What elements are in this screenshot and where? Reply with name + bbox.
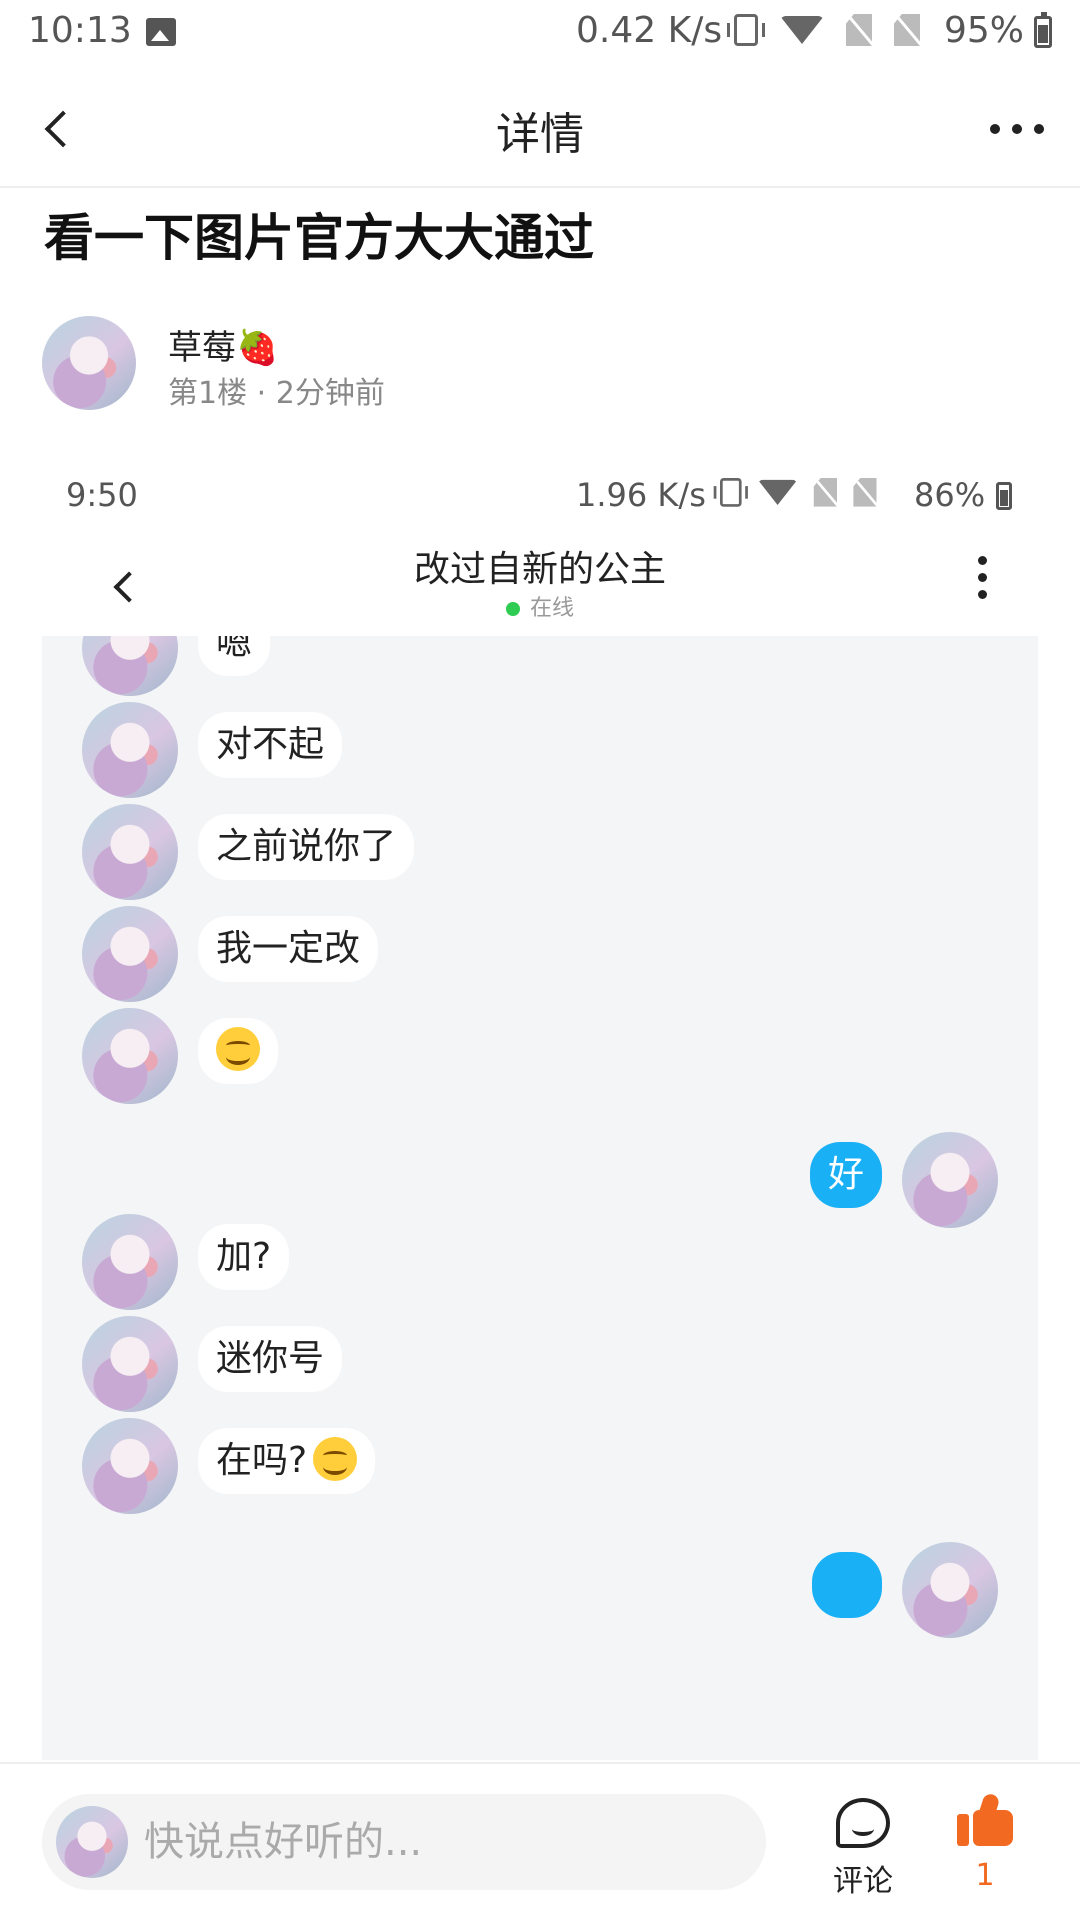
message-text: 我一定改 [216,928,361,969]
contact-avatar [82,1418,178,1514]
chat-message: 加? [42,1214,1038,1314]
message-bubble: 在吗? [198,1428,376,1494]
chat-message-own-partial [42,1542,1038,1642]
online-dot-icon [505,602,520,616]
no-sim-icon [894,14,920,46]
comment-label: 评论 [833,1864,893,1899]
message-bubble [812,1552,882,1618]
screenshot-net-speed: 1.96 K/s [576,476,706,514]
status-icons [727,14,920,46]
battery-charging-icon [996,482,1012,510]
chat-message: 嗯 [42,636,1038,700]
more-options-button[interactable] [990,124,1044,134]
post-time: 2分钟前 [275,376,385,411]
message-text: 迷你号 [216,1338,325,1379]
floor-number: 第1楼 [168,376,248,411]
chat-more-icon [978,556,987,599]
chat-message: 迷你号 [42,1316,1038,1416]
status-time: 10:13 [28,10,132,51]
message-bubble: 好 [809,1142,882,1208]
status-net-speed: 0.42 K/s [576,10,723,51]
no-sim-icon [853,478,877,507]
more-dot-icon [978,573,987,582]
chat-message: 在吗? [42,1418,1038,1518]
no-sim-icon [846,14,872,46]
contact-avatar [82,702,178,798]
vibrate-icon [727,14,765,46]
message-bubble [198,1018,278,1084]
like-count: 1 [975,1858,995,1893]
app-header: 详情 [0,66,1080,188]
more-dot-icon [990,124,1000,134]
more-dot-icon [978,556,987,565]
smiley-icon [313,1437,358,1481]
author-name[interactable]: 草莓🍓 [168,320,278,369]
avatar[interactable] [42,316,136,410]
message-text: 好 [827,1154,864,1195]
comment-button[interactable]: 评论 [818,1798,908,1908]
message-bubble: 之前说你了 [198,814,415,880]
message-text: 对不起 [216,724,325,765]
screenshot-time: 9:50 [66,476,138,514]
thumbs-up-icon [957,1792,1013,1848]
message-text: 加? [216,1236,272,1277]
own-avatar [902,1542,998,1638]
vibrate-icon [713,478,748,507]
battery-charging-icon [1034,12,1052,48]
contact-avatar [82,1316,178,1412]
wifi-icon [757,479,798,505]
chat-header: 改过自新的公主 在线 [42,540,1038,636]
message-bubble: 迷你号 [198,1326,343,1392]
screenshot-battery-percent: 86% [914,476,986,514]
contact-avatar [82,804,178,900]
wifi-icon [780,16,824,44]
contact-avatar [82,1008,178,1104]
status-battery-percent: 95% [944,10,1025,51]
chat-message: 对不起 [42,702,1038,802]
like-button[interactable]: 1 [950,1792,1020,1904]
presence-status: 在线 [42,590,1038,622]
post-meta: 第1楼 · 2分钟前 [168,368,385,412]
comment-bubble-icon [836,1798,890,1848]
chat-message [42,1008,1038,1108]
chat-message: 我一定改 [42,906,1038,1006]
message-bubble: 我一定改 [198,916,379,982]
smiley-icon [216,1027,260,1071]
author-avatar[interactable] [42,316,136,410]
more-dot-icon [1034,124,1044,134]
screenshot-status-icons [713,478,877,507]
chat-messages: 嗯 对不起 之前说你了 我一定改 好 加? 迷你号 在吗? [42,636,1038,1760]
contact-avatar [82,636,178,696]
chat-message: 之前说你了 [42,804,1038,904]
post-image[interactable]: 9:50 1.96 K/s 86% 改过自新的公主 在线 嗯 对不起 之前说你了… [42,440,1038,1760]
gallery-notification-icon [146,18,176,46]
meta-separator: · [256,376,267,411]
message-text: 嗯 [216,636,253,663]
page-title: 详情 [496,109,584,160]
post-title: 看一下图片官方大大通过 [44,209,594,267]
no-sim-icon [813,478,837,507]
bottom-bar: 评论 1 [0,1762,1080,1920]
comment-input-box[interactable] [42,1794,766,1890]
more-dot-icon [978,590,987,599]
screenshot-status-bar: 9:50 1.96 K/s 86% [42,440,1038,550]
message-bubble: 对不起 [198,712,343,778]
more-dot-icon [1012,124,1022,134]
message-bubble: 加? [198,1224,290,1290]
contact-avatar [82,906,178,1002]
comment-input[interactable] [144,1808,744,1876]
status-bar: 10:13 0.42 K/s 95% [0,0,1080,66]
message-text: 之前说你了 [216,826,397,867]
presence-label: 在线 [529,596,574,621]
user-avatar [56,1806,128,1878]
message-text: 在吗? [216,1440,308,1481]
message-bubble: 嗯 [198,636,271,676]
chat-contact-name: 改过自新的公主 [413,549,666,590]
contact-avatar [82,1214,178,1310]
